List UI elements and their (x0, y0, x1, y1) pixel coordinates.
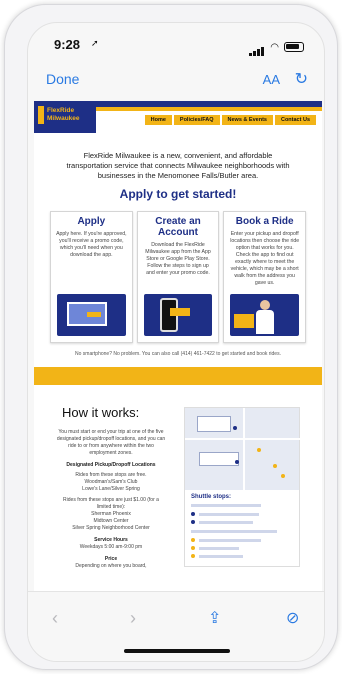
home-indicator (124, 649, 230, 653)
price-text: Depending on where you board, (75, 563, 147, 569)
intro-text: FlexRide Milwaukee is a new, convenient,… (66, 151, 290, 180)
card-create-account[interactable]: Create an Account Download the FlexRide … (136, 211, 220, 343)
browser-nav-bar: Done AA ↻ (28, 57, 324, 99)
phone-screen: 9:28 ➚ ◠ Done AA ↻ FlexRide Milwaukee Ho… (27, 22, 325, 662)
price-heading: Price (104, 556, 118, 562)
steps-cards: Apply Apply here. If you're approved, yo… (50, 211, 307, 343)
map-area (185, 408, 301, 490)
service-area-map[interactable]: Shuttle stops: (184, 407, 301, 567)
text-size-button[interactable]: AA (263, 72, 280, 87)
no-smartphone-note: No smartphone? No problem. You can also … (75, 351, 281, 357)
free-stop-item: Woodman's/Sam's Club (84, 479, 138, 485)
status-indicators: ◠ (249, 38, 304, 56)
paid-stop-item: Midtown Center (93, 518, 129, 524)
card-apply[interactable]: Apply Apply here. If you're approved, yo… (50, 211, 133, 343)
how-it-works-text: You must start or end your trip at one o… (56, 429, 166, 570)
map-stops-title: Shuttle stops: (191, 494, 231, 500)
card-title: Create an Account (155, 216, 201, 238)
menu-item-policies[interactable]: Policies/FAQ (173, 115, 220, 125)
service-hours-heading: Service Hours (94, 537, 128, 543)
battery-icon (284, 42, 304, 52)
paid-stop-item: Silver Spring Neighborhood Center (72, 525, 150, 531)
card-book-ride[interactable]: Book a Ride Enter your pickup and dropof… (223, 211, 307, 343)
site-menu: Home Policies/FAQ News & Events Contact … (144, 115, 316, 125)
service-hours-text: Weekdays 5:00 am-9:00 pm (79, 544, 143, 550)
logo-line2: Milwaukee (47, 115, 80, 122)
logo-mark-icon (38, 106, 44, 124)
share-icon[interactable]: ⇪ (208, 608, 221, 628)
driver-illustration-icon (230, 294, 300, 336)
menu-item-home[interactable]: Home (144, 115, 172, 125)
site-logo[interactable]: FlexRide Milwaukee (34, 101, 96, 133)
phone-frame: 9:28 ➚ ◠ Done AA ↻ FlexRide Milwaukee Ho… (4, 4, 338, 670)
menu-item-news[interactable]: News & Events (221, 115, 273, 125)
menu-item-contact[interactable]: Contact Us (274, 115, 316, 125)
yellow-band (34, 367, 322, 385)
card-text: Download the FlexRide Milwaukee app from… (145, 242, 211, 276)
designated-heading: Designated Pickup/Dropoff Locations (66, 462, 156, 468)
logo-text: FlexRide Milwaukee (47, 107, 80, 123)
laptop-illustration-icon (57, 294, 126, 336)
rides-free-text: Rides from these stops are free. (75, 472, 147, 478)
paid-stop-item: Sherman Phoenix (91, 511, 131, 517)
forward-icon[interactable]: › (130, 608, 136, 629)
signal-icon (249, 38, 265, 56)
paid-intro-text: Rides from these stops are just $1.00 (f… (63, 497, 159, 510)
free-stop-item: Lowe's Lane/Silver Spring (82, 486, 140, 492)
site-header: FlexRide Milwaukee Home Policies/FAQ New… (34, 101, 322, 133)
how-it-works-heading: How it works: (62, 405, 140, 420)
back-icon[interactable]: ‹ (52, 608, 58, 629)
wifi-icon: ◠ (270, 41, 279, 53)
reload-icon[interactable]: ↻ (295, 69, 308, 89)
browser-toolbar: ‹ › ⇪ ⊘ (28, 591, 324, 661)
how-intro: You must start or end your trip at one o… (56, 429, 166, 456)
location-arrow-icon: ➚ (91, 38, 99, 48)
compass-icon[interactable]: ⊘ (286, 608, 299, 628)
card-title: Book a Ride (235, 216, 294, 227)
smartphone-illustration-icon (143, 294, 213, 336)
done-button[interactable]: Done (46, 71, 79, 87)
card-title: Apply (77, 216, 106, 227)
web-content[interactable]: FlexRide Milwaukee Home Policies/FAQ New… (34, 101, 322, 593)
status-bar: 9:28 ➚ ◠ (28, 23, 324, 57)
card-text: Apply here. If you're approved, you'll r… (56, 231, 127, 258)
card-text: Enter your pickup and dropoff locations … (230, 231, 300, 286)
logo-line1: FlexRide (47, 107, 75, 114)
apply-heading: Apply to get started! (119, 187, 237, 201)
status-time: 9:28 (54, 37, 81, 52)
